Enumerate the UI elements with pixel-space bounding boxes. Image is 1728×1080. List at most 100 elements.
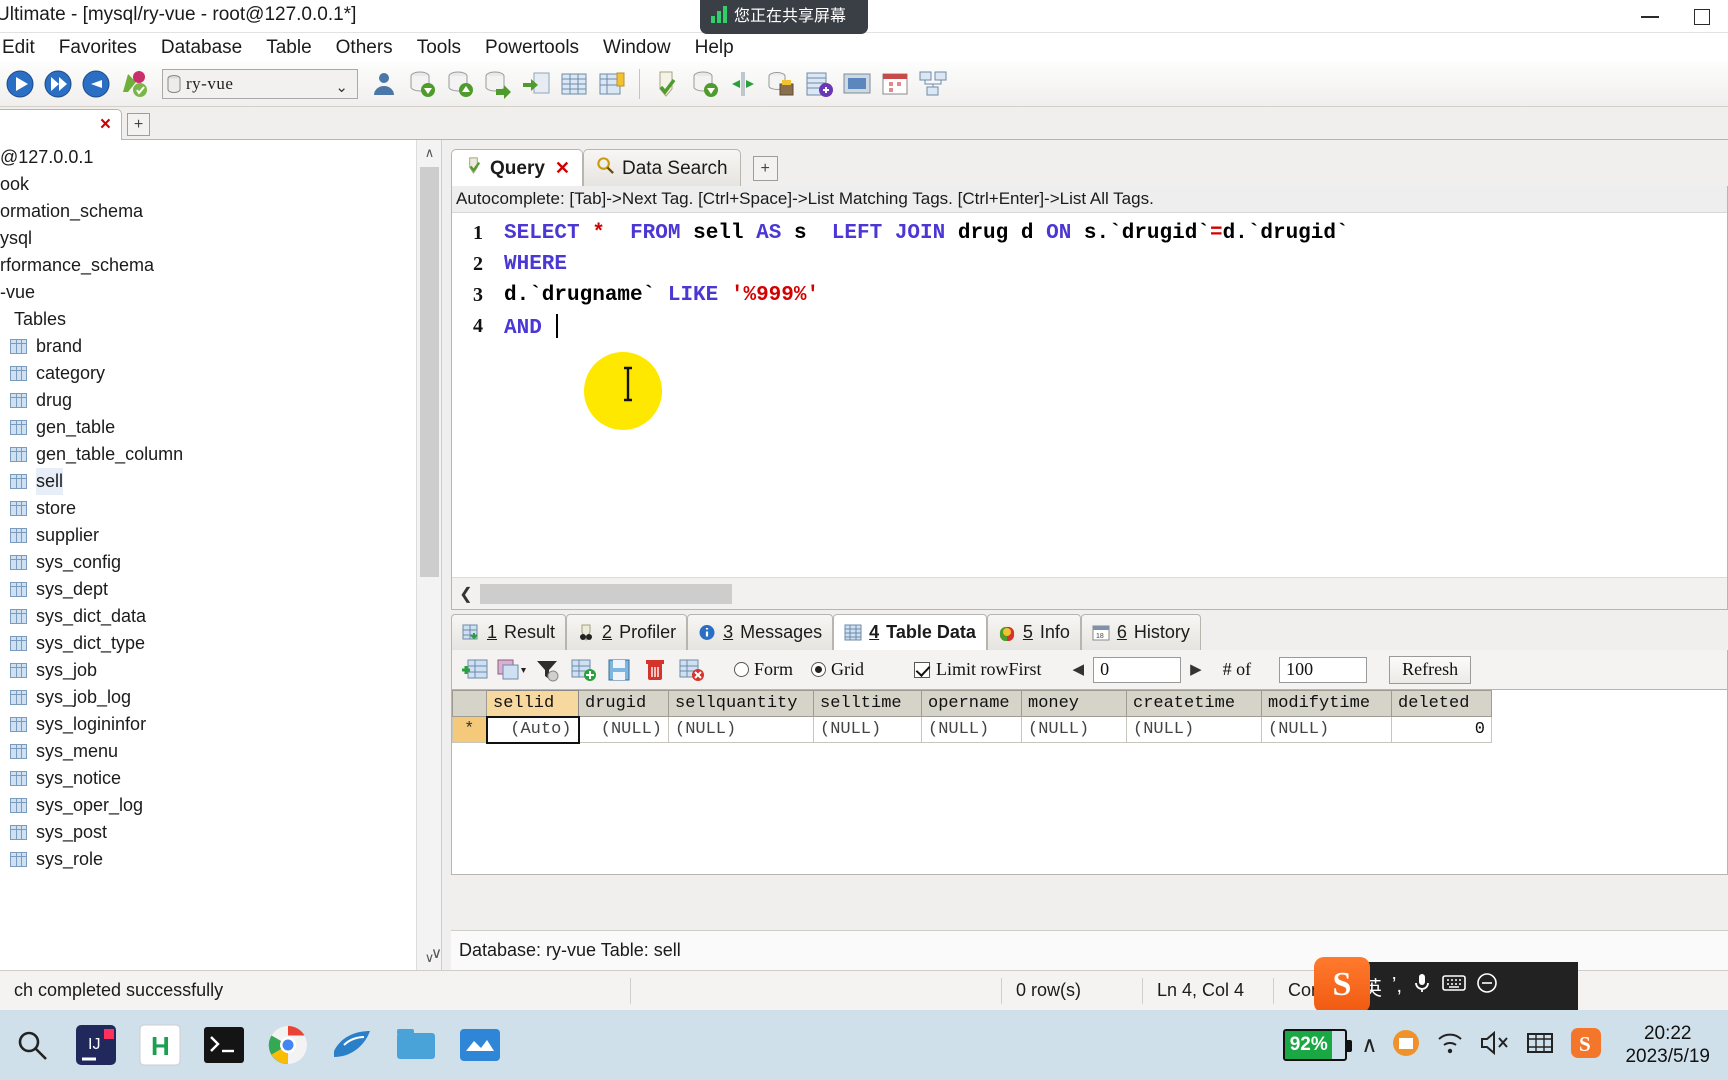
limit-row-group[interactable]: Limit rowFirst ◀ 0 ▶ # of 100 Refresh [914,655,1472,684]
filter-icon[interactable] [532,655,562,685]
refresh-connection-icon[interactable] [78,66,114,102]
grid-column-header[interactable]: drugid [578,690,669,717]
data-toolbar[interactable]: Form Grid Limit rowFirst ◀ 0 ▶ # of 100 … [451,650,1728,690]
add-query-tab-button[interactable]: + [752,156,778,181]
grid-cell[interactable]: (NULL) [578,716,669,743]
view-mode-group[interactable]: Form Grid [734,659,864,680]
system-tray[interactable]: 92% ∧ S 20:22 2023/5/19 [1283,1010,1728,1080]
tree-item-ook[interactable]: ook [0,171,441,198]
view-mode-grid[interactable]: Grid [811,659,864,680]
grid-column-header[interactable]: opername [921,690,1022,717]
menu-item-help[interactable]: Help [683,37,746,59]
add-connection-tab-button[interactable]: + [127,113,150,136]
next-page-icon[interactable]: ▶ [1187,660,1205,679]
refresh-button[interactable]: Refresh [1389,655,1472,684]
row-count-input[interactable]: 100 [1279,656,1368,683]
menu-item-edit[interactable]: Edit [0,37,47,59]
terminal-icon[interactable] [196,1017,252,1073]
grid-column-header[interactable]: sellquantity [668,690,814,717]
tree-item-category[interactable]: category [0,360,441,387]
tree-item-sys_role[interactable]: sys_role [0,846,441,873]
tree-item-tables[interactable]: Tables [0,306,441,333]
result-tab-history[interactable]: 18 6 History [1080,614,1201,650]
structure-icon[interactable] [915,66,951,102]
new-query-icon[interactable] [116,66,152,102]
search-icon[interactable] [4,1017,60,1073]
sync-icon[interactable] [687,66,723,102]
apply-icon[interactable] [568,655,598,685]
table-row[interactable]: * (Auto) (NULL) (NULL) (NULL) (NULL) (NULL) (NU… [452,715,1492,744]
tree-item-store[interactable]: store [0,495,441,522]
compare-icon[interactable] [763,66,799,102]
ime-keyboard-icon[interactable] [1442,974,1466,998]
tree-item-ysql[interactable]: ysql [0,225,441,252]
idea-icon[interactable]: IJ [68,1017,124,1073]
cancel-icon[interactable] [676,655,706,685]
delete-icon[interactable] [640,655,670,685]
chevron-up-icon[interactable]: ∧ [1361,1032,1377,1058]
transfer-icon[interactable] [725,66,761,102]
grid-cell[interactable]: (Auto) [485,715,580,744]
connection-tab-strip[interactable]: × + [0,107,1728,140]
fast-forward-icon[interactable] [40,66,76,102]
restore-icon[interactable] [442,66,478,102]
import-icon[interactable] [480,66,516,102]
tree-item-vue[interactable]: -vue [0,279,441,306]
grid-corner-header[interactable] [452,690,487,717]
tree-item-sys_oper_log[interactable]: sys_oper_log [0,792,441,819]
user-icon[interactable] [366,66,402,102]
grid-column-header[interactable]: sellid [486,690,579,717]
tab-query[interactable]: Query ✕ [451,149,584,187]
sogou-tray-icon[interactable]: S [1569,1026,1603,1065]
taskbar-clock[interactable]: 20:22 2023/5/19 [1617,1022,1718,1068]
code-line[interactable]: 4 AND [452,311,1727,342]
ime-punctuation-icon[interactable]: ʼ, [1392,975,1402,998]
copy-record-icon[interactable] [496,655,526,685]
tree-item-sys_logininfor[interactable]: sys_logininfor [0,711,441,738]
verify-icon[interactable] [649,66,685,102]
sql-editor-panel[interactable]: Autocomplete: [Tab]->Next Tag. [Ctrl+Spa… [451,186,1728,610]
data-grid-header-row[interactable]: sellid drugid sellquantity selltime opername… [452,690,1492,717]
code-line[interactable]: 3 d.`drugname` LIKE '%999%' [452,280,1727,311]
code-line[interactable]: 2 WHERE [452,249,1727,280]
tree-item-sys_job_log[interactable]: sys_job_log [0,684,441,711]
menu-item-database[interactable]: Database [149,37,254,59]
tree-scroll-thumb[interactable] [420,167,439,577]
grid-cell[interactable]: (NULL) [921,716,1022,743]
grid-column-header[interactable]: modifytime [1261,690,1392,717]
scroll-up-icon[interactable]: ∧ [417,140,441,165]
close-icon[interactable]: ✕ [555,158,570,179]
ime-mic-icon[interactable] [1412,972,1432,1000]
editor-icon[interactable] [452,1017,508,1073]
table-designer-icon[interactable] [594,66,630,102]
tree-item-sys_dict_data[interactable]: sys_dict_data [0,603,441,630]
scroll-left-icon[interactable]: ❮ [452,584,480,604]
editor-horizontal-scrollbar[interactable]: ❮ [452,577,1727,609]
view-mode-form[interactable]: Form [734,659,793,680]
object-tree-panel[interactable]: @127.0.0.1 ook ormation_schema ysql rformanc… [0,140,442,970]
editor-scroll-thumb[interactable] [480,583,732,604]
prev-page-icon[interactable]: ◀ [1070,660,1088,679]
chevron-down-icon[interactable]: ⌄ [335,78,348,96]
tree-item-sys_menu[interactable]: sys_menu [0,738,441,765]
chrome-icon[interactable] [260,1017,316,1073]
grid-cell[interactable]: (NULL) [1126,716,1262,743]
grid-cell[interactable]: (NULL) [813,716,922,743]
tree-item-sys_dict_type[interactable]: sys_dict_type [0,630,441,657]
save-icon[interactable] [604,655,634,685]
ime-toolbar[interactable]: S 英 ʼ, [1314,957,1578,1013]
grid-cell[interactable]: (NULL) [668,716,814,743]
grid-icon[interactable] [556,66,592,102]
tab-data-search[interactable]: Data Search [583,149,741,187]
grid-column-header[interactable]: deleted [1391,690,1492,717]
menu-item-favorites[interactable]: Favorites [47,37,149,59]
tree-item-ormation_schema[interactable]: ormation_schema [0,198,441,225]
sogou-icon[interactable]: S [1314,957,1370,1013]
add-record-icon[interactable] [460,655,490,685]
row-marker[interactable]: * [452,716,487,743]
grid-cell[interactable]: (NULL) [1261,716,1392,743]
collapse-icon[interactable]: ∨ [431,944,442,962]
menu-item-powertools[interactable]: Powertools [473,37,591,59]
grid-cell[interactable]: (NULL) [1021,716,1127,743]
result-tab-table-data[interactable]: 4 Table Data [833,614,987,650]
